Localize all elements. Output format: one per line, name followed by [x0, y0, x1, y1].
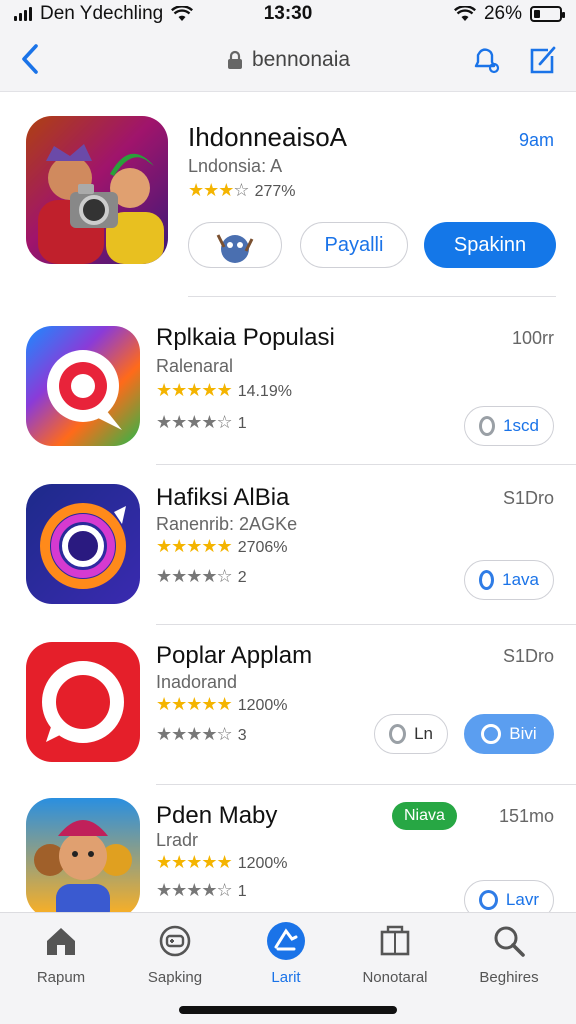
app-rating-secondary: ★★★★☆ 1	[156, 880, 247, 900]
tab-bar: Rapum Sapking Larit Nonotaral Beghires	[0, 912, 576, 1024]
wifi-icon	[171, 6, 194, 21]
app-rating-secondary: ★★★★☆ 3	[156, 724, 247, 744]
app-rating: ★★★★★ 1200%	[156, 852, 288, 872]
list-item[interactable]: Rplkaia Populasi Ralenaral ★★★★★ 14.19% ★…	[0, 298, 576, 458]
star-rating-icon: ★★★★☆	[156, 724, 233, 744]
featured-app-subtitle: Lndonsia: A	[188, 156, 283, 176]
arcade-icon	[380, 925, 410, 956]
tab-games[interactable]: Sapking	[120, 919, 230, 986]
list-item[interactable]: Poplar Applam Inadorand ★★★★★ 1200% ★★★★☆…	[0, 624, 576, 784]
app-name: Poplar Applam	[156, 642, 313, 669]
app-rating-secondary: ★★★★☆ 2	[156, 566, 247, 586]
featured-app-icon[interactable]	[26, 116, 168, 264]
app-list: IhdonneaisoA Lndonsia: A ★★★☆ 277% 9am Pa…	[0, 92, 576, 912]
star-rating-icon: ★★★★★	[156, 380, 233, 400]
home-indicator[interactable]	[179, 1006, 397, 1014]
monster-avatar-icon	[216, 234, 254, 263]
app-icon[interactable]	[26, 642, 140, 762]
secondary-action-button[interactable]: Ln	[374, 714, 448, 754]
app-subtitle: Ranenrib: 2AGKe	[156, 514, 298, 534]
home-icon	[47, 928, 75, 955]
divider	[188, 296, 556, 297]
get-button[interactable]: Bivi	[464, 714, 554, 754]
swirl-logo-icon	[47, 350, 122, 430]
camera-lens-icon	[40, 503, 126, 589]
featured-app-name: IhdonneaisoA	[188, 122, 348, 152]
progress-ring-icon	[481, 724, 502, 744]
star-rating-icon: ★★★★☆	[156, 880, 233, 900]
featured-app-size: 9am	[518, 130, 554, 150]
progress-ring-icon	[479, 570, 495, 590]
app-rating: ★★★★★ 14.19%	[156, 380, 292, 400]
chat-bubble-icon	[42, 661, 124, 743]
star-rating-icon: ★★★	[188, 180, 234, 200]
star-rating-icon: ★★★★★	[156, 694, 233, 714]
list-item[interactable]: Pden Maby Lradr Niava ★★★★★ 1200% ★★★★☆ 1 …	[0, 784, 576, 912]
list-item[interactable]: Hafiksi AlBia Ranenrib: 2AGKe ★★★★★ 2706%…	[0, 464, 576, 624]
app-size: S1Dro	[502, 488, 554, 508]
status-bar: Den Ydechling 13:30 26%	[0, 0, 576, 28]
app-name: Rplkaia Populasi	[156, 324, 335, 351]
tab-search[interactable]: Beghires	[454, 919, 564, 986]
app-size: 151mo	[498, 806, 554, 826]
app-icon[interactable]	[26, 484, 140, 604]
compose-icon[interactable]	[526, 42, 558, 76]
star-rating-icon: ★★★★★	[156, 536, 233, 556]
battery-percent: 26%	[483, 3, 522, 24]
featured-avatar-button[interactable]	[188, 222, 282, 268]
carrier-label: Den Ydechling	[40, 3, 164, 24]
app-rating: ★★★★★ 1200%	[156, 694, 288, 714]
app-rating: ★★★★★ 2706%	[156, 536, 288, 556]
people-camera-icon	[26, 116, 168, 264]
app-size: 100rr	[511, 328, 554, 348]
star-empty-icon: ☆	[233, 180, 249, 200]
battery-icon	[530, 6, 565, 22]
lock-icon	[227, 50, 242, 69]
progress-ring-icon	[479, 416, 496, 436]
featured-secondary-button[interactable]: Payalli	[300, 222, 408, 268]
app-size: S1Dro	[502, 646, 554, 666]
app-subtitle: Ralenaral	[156, 356, 234, 376]
apps-icon	[267, 922, 305, 960]
tab-today[interactable]: Rapum	[6, 919, 116, 986]
cartoon-characters-icon	[34, 820, 132, 912]
wifi-icon	[453, 6, 476, 21]
featured-app-rating: ★★★☆ 277%	[188, 180, 296, 200]
app-icon[interactable]	[26, 326, 140, 446]
tab-arcade[interactable]: Nonotaral	[340, 919, 450, 986]
status-time: 13:30	[263, 3, 313, 24]
progress-ring-icon	[479, 890, 498, 910]
get-button[interactable]: Lavr	[464, 880, 554, 912]
nav-title-text: bennonaia	[251, 47, 351, 71]
app-name: Hafiksi AlBia	[156, 484, 290, 511]
star-rating-icon: ★★★★☆	[156, 412, 233, 432]
app-subtitle: Lradr	[156, 830, 199, 850]
status-badge: Niava	[392, 802, 457, 830]
get-button[interactable]: 1ava	[464, 560, 554, 600]
featured-app-card[interactable]: IhdonneaisoA Lndonsia: A ★★★☆ 277% 9am Pa…	[0, 92, 576, 298]
get-button[interactable]: 1scd	[464, 406, 554, 446]
star-rating-icon: ★★★★★	[156, 852, 233, 872]
app-name: Pden Maby	[156, 802, 278, 829]
app-rating-secondary: ★★★★☆ 1	[156, 412, 247, 432]
progress-ring-icon	[389, 724, 407, 744]
navigation-bar: bennonaia	[0, 28, 576, 92]
games-icon	[159, 925, 191, 957]
app-icon[interactable]	[26, 798, 140, 912]
bell-icon[interactable]	[470, 42, 502, 76]
app-subtitle: Inadorand	[156, 672, 238, 692]
star-rating-icon: ★★★★☆	[156, 566, 233, 586]
search-icon	[494, 926, 525, 957]
tab-apps[interactable]: Larit	[231, 919, 341, 986]
featured-primary-button[interactable]: Spakinn	[424, 222, 556, 268]
signal-icon	[14, 7, 32, 21]
